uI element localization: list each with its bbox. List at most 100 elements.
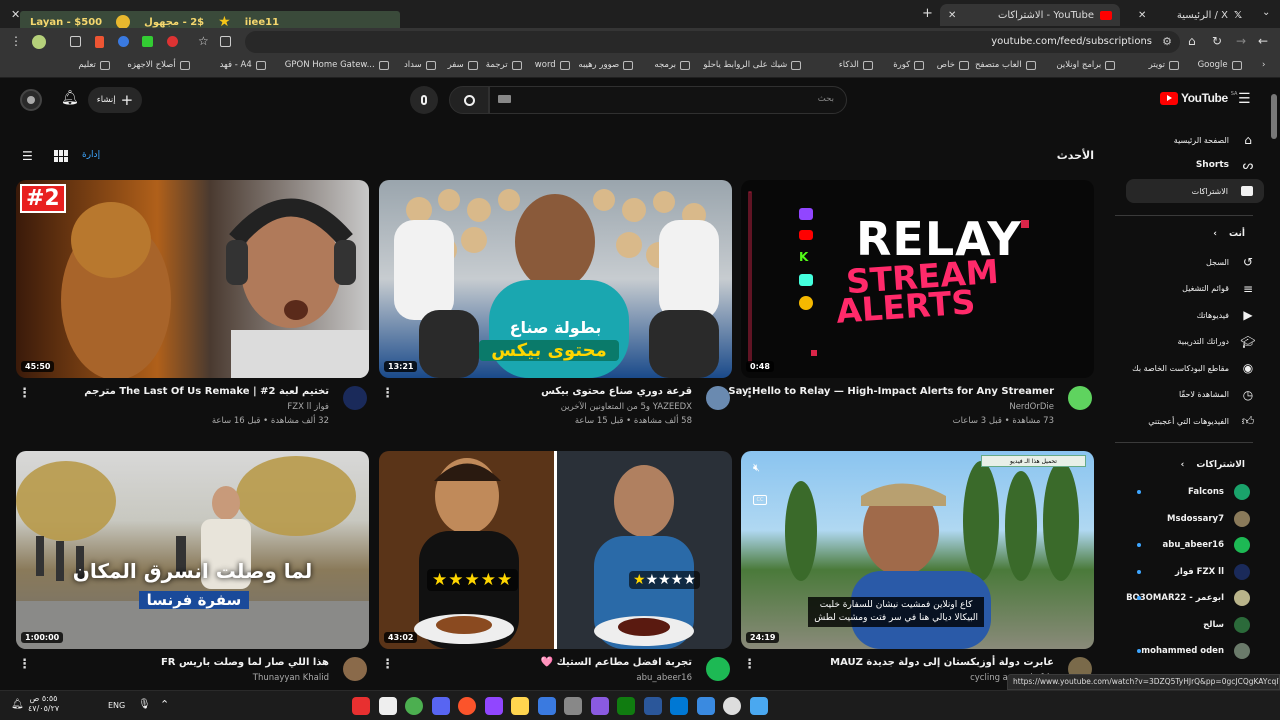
taskview-icon[interactable] [378, 697, 397, 715]
bookmark-item[interactable]: برمجه [654, 60, 691, 70]
video-card[interactable]: تحميل هذا الـ فيديو 🔇︎ CC كاع اونلاين فم… [741, 451, 1094, 701]
captions-icon[interactable]: CC [753, 495, 767, 505]
more-actions-icon[interactable]: ⋮ [381, 386, 394, 401]
video-title[interactable]: Say Hello to Relay — High-Impact Alerts … [728, 386, 1054, 397]
sidebar-item-subscriptions[interactable]: الاشتراكات [1126, 179, 1264, 203]
sidebar-item-watch-later[interactable]: المشاهدة لاحقًا ◷ [1115, 383, 1265, 407]
sidebar-item-like[interactable]: الفيديوهات التي أعجبتني 👍︎ [1115, 409, 1265, 433]
channel-name[interactable]: YAZEEDX و5 من المتعاونين الآخرين [561, 402, 692, 412]
microphone-tray-icon[interactable]: 🎙︎ [138, 699, 151, 710]
subscription-item[interactable]: BO3OMAR22 - ابوعمر [1100, 587, 1250, 609]
grid-view-icon[interactable] [54, 150, 68, 162]
channel-avatar[interactable] [706, 386, 730, 410]
tab-youtube[interactable]: ✕ YouTube - الاشتراكات [940, 4, 1120, 26]
bookmark-item[interactable]: فهد - A4 [220, 60, 266, 70]
video-card[interactable]: K RELAY STREAM ALERTS 0:48 Say Hello to R… [728, 180, 1094, 430]
close-tab-icon[interactable]: ✕ [1138, 10, 1146, 21]
tab-search-icon[interactable]: ⌄ [1262, 7, 1270, 18]
tab-x[interactable]: ✕ X / الرئيسية 𝕏 [1130, 4, 1250, 26]
bookmark-item[interactable]: سفر [448, 60, 478, 70]
mail-icon[interactable] [696, 697, 715, 715]
extension-icon[interactable] [95, 36, 104, 48]
channel-avatar[interactable] [343, 386, 367, 410]
video-card[interactable]: بطولة صناع محتوى بيكس 13:21 قرعة دوري صنا… [379, 180, 732, 430]
home-browser-icon[interactable]: ⌂ [1188, 34, 1196, 48]
sidebar-you-header[interactable]: ‹ أنت [1115, 222, 1265, 246]
bookmark-item[interactable]: تويتر [1149, 60, 1179, 70]
ea-app-icon[interactable] [352, 697, 370, 715]
bookmark-item[interactable]: word [535, 60, 570, 70]
channel-name[interactable]: Thunayyan Khalid [253, 673, 329, 683]
bookmark-item[interactable]: GPON Home Gatew... [285, 60, 389, 70]
channel-avatar[interactable] [706, 657, 730, 681]
copilot-icon[interactable] [590, 697, 609, 715]
sidebar-subscriptions-header[interactable]: ‹ الاشتراكات [1115, 453, 1265, 477]
sidebar-item-history[interactable]: السجل ↺ [1115, 250, 1265, 274]
channel-name[interactable]: NerdOrDie [1009, 402, 1054, 412]
sidebar-item-home[interactable]: الصفحة الرئيسية ⌂ [1115, 128, 1265, 152]
download-popup[interactable]: تحميل هذا الـ فيديو [981, 455, 1086, 467]
subscription-item[interactable]: Msdossary7 [1100, 508, 1250, 530]
notes-icon[interactable] [511, 697, 529, 715]
menu-icon[interactable]: ⋮ [10, 34, 22, 48]
video-title[interactable]: قرعة دوري صناع محتوى بيكس [541, 386, 692, 397]
channel-name[interactable]: فواز FZX ll [287, 402, 329, 412]
hamburger-menu-icon[interactable]: ☰ [1238, 91, 1251, 107]
subscription-item[interactable]: Falcons [1100, 481, 1250, 503]
video-thumbnail[interactable]: لما وصلت انسرق المكان سفرة فرنسا 1:00:00 [16, 451, 369, 649]
create-button[interactable]: إنشاء + [88, 87, 142, 113]
share-icon[interactable] [220, 36, 231, 47]
bookmark-item[interactable]: خاص [937, 60, 969, 70]
extension-icon[interactable] [167, 36, 178, 47]
reload-icon[interactable]: ↻ [1212, 34, 1222, 48]
video-title[interactable]: تجربة افضل مطاعم الستيك 🩷 [541, 657, 692, 668]
discord-icon[interactable] [431, 697, 450, 715]
bookmark-item[interactable]: برامج اونلاين [1056, 60, 1116, 70]
channel-avatar[interactable] [343, 657, 367, 681]
app-icon[interactable] [564, 697, 582, 715]
more-actions-icon[interactable]: ⋮ [743, 657, 756, 672]
extension-icon[interactable] [118, 36, 129, 47]
bookmark-item[interactable]: Google [1198, 60, 1242, 70]
close-tab-icon[interactable]: ✕ [948, 10, 956, 21]
mute-icon[interactable]: 🔇︎ [753, 461, 760, 475]
video-title[interactable]: هذا اللي صار لما وصلت باريس FR [161, 657, 329, 668]
sidebar-item-shorts[interactable]: Shorts ᔕ [1115, 153, 1265, 177]
video-card[interactable]: لما وصلت انسرق المكان سفرة فرنسا 1:00:00… [16, 451, 369, 701]
video-thumbnail[interactable]: ★★★★★ ★★★★★ 43:02 [379, 451, 732, 649]
more-actions-icon[interactable]: ⋮ [743, 386, 756, 401]
sidebar-item-podcast[interactable]: مقاطع البودكاست الخاصة بك ◉ [1115, 356, 1265, 380]
search-button[interactable] [449, 86, 489, 114]
channel-name[interactable]: abu_abeer16 [636, 673, 692, 683]
twitch-icon[interactable] [484, 697, 503, 715]
subscription-item[interactable]: abu_abeer16 [1100, 534, 1250, 556]
bookmark-item[interactable]: ترجمة [486, 60, 522, 70]
bookmark-item[interactable]: العاب متصفح [975, 60, 1036, 70]
word-icon[interactable] [643, 697, 662, 715]
bookmark-item[interactable]: الذكاء [839, 60, 873, 70]
subscription-item[interactable]: mohammed oden [1100, 640, 1250, 662]
youtube-logo[interactable]: YouTube SA [1160, 91, 1237, 105]
url-text[interactable]: youtube.com/feed/subscriptions [991, 36, 1152, 47]
bookmark-item[interactable]: سداد [404, 60, 436, 70]
more-actions-icon[interactable]: ⋮ [18, 386, 31, 401]
clock[interactable]: ٥:٥٥ ص ٤٧/٠٥/٢٧ [28, 694, 59, 715]
chrome-icon[interactable] [405, 697, 423, 715]
bookmark-item[interactable]: كورة [893, 60, 925, 70]
extension-icon[interactable] [142, 36, 153, 47]
list-view-icon[interactable]: ☰ [22, 149, 33, 163]
sidebar-item-playlist[interactable]: قوائم التشغيل ≡ [1115, 277, 1265, 301]
bookmark-star-icon[interactable]: ☆ [198, 34, 209, 48]
manage-link[interactable]: إدارة [82, 150, 100, 160]
store-icon[interactable] [537, 697, 556, 715]
bookmark-item[interactable]: تعليم [78, 60, 110, 70]
more-actions-icon[interactable]: ⋮ [381, 657, 394, 672]
scrollbar-thumb[interactable] [1271, 94, 1277, 139]
voice-search-button[interactable] [410, 86, 438, 114]
forward-icon[interactable]: → [1236, 34, 1246, 48]
subscription-item[interactable]: فواز FZX ll [1100, 561, 1250, 583]
video-title[interactable]: عابرت دولة أوزبكستان إلى دولة جديدة MAUZ [830, 657, 1054, 668]
back-icon[interactable]: ← [1258, 34, 1268, 48]
language-indicator[interactable]: ENG [108, 701, 125, 710]
url-box[interactable]: youtube.com/feed/subscriptions ⚙ [245, 31, 1180, 53]
